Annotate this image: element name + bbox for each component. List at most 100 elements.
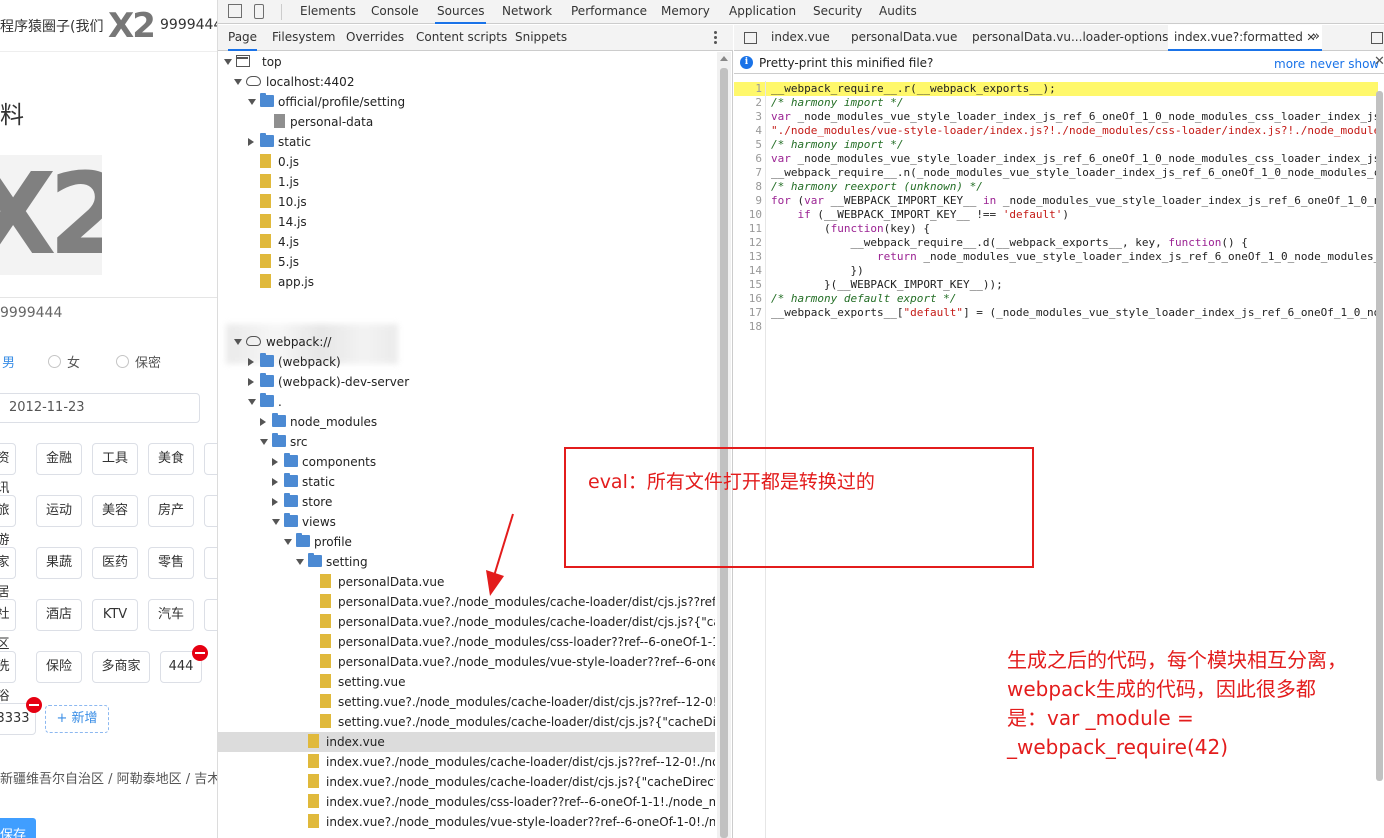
tree-item[interactable]: localhost:4402 [218,72,715,92]
tab-security[interactable]: Security [811,0,864,24]
tree-item[interactable]: setting.vue?./node_modules/cache-loader/… [218,692,715,712]
expand-right-icon[interactable] [248,358,254,366]
tag-item[interactable]: 资 [204,443,217,475]
expand-down-icon[interactable] [272,519,280,525]
tab-application[interactable]: Application [727,0,798,24]
expand-down-icon[interactable] [260,439,268,445]
tag-item[interactable]: 金融 [36,443,82,475]
tag-item[interactable]: 酒店 [36,599,82,631]
tag-item[interactable]: 医药 [92,547,138,579]
expand-down-icon[interactable] [234,79,242,85]
infobar-never-show-link[interactable]: never show [1310,57,1379,71]
tag-item[interactable]: KTV [92,599,138,631]
tag-item[interactable]: 衣 [204,547,217,579]
editor-tab[interactable]: index.vue?:formatted ✕ [1168,25,1322,51]
expand-down-icon[interactable] [224,59,232,65]
tree-item[interactable]: webpack:// [218,332,715,352]
tab-audits[interactable]: Audits [877,0,919,24]
tab-performance[interactable]: Performance [569,0,649,24]
tag-item[interactable]: 旅 [204,495,217,527]
user-id[interactable]: 9999444 [160,17,217,33]
expand-right-icon[interactable] [272,458,278,466]
save-button[interactable]: 保存 [0,818,36,838]
radio-secret[interactable]: 保密 [116,352,161,371]
inspect-element-icon[interactable] [228,4,242,18]
more-tabs-icon[interactable]: » [1312,29,1320,44]
tag-item[interactable]: 旅游 [0,495,16,548]
nav-tab-snippets[interactable]: Snippets [515,25,567,51]
tree-item[interactable]: . [218,392,715,412]
tree-item[interactable]: (webpack) [218,352,715,372]
phone-field[interactable]: 9999444 [0,305,62,321]
tree-item[interactable]: index.vue [218,732,715,752]
expand-down-icon[interactable] [248,399,256,405]
device-toolbar-icon[interactable] [254,4,264,19]
tree-item[interactable]: personalData.vue?./node_modules/css-load… [218,632,715,652]
expand-down-icon[interactable] [296,559,304,565]
tree-item[interactable]: 14.js [218,212,715,232]
tree-item[interactable]: 1.js [218,172,715,192]
tag-item[interactable]: 美容 [92,495,138,527]
infobar-more-link[interactable]: more [1274,57,1305,71]
tab-console[interactable]: Console [369,0,421,24]
tree-item[interactable]: personalData.vue?./node_modules/cache-lo… [218,592,715,612]
tree-item[interactable]: 4.js [218,232,715,252]
nav-tab-overrides[interactable]: Overrides [346,25,404,51]
tab-sources[interactable]: Sources [435,0,487,24]
tab-memory[interactable]: Memory [659,0,712,24]
avatar[interactable]: X2 [0,155,102,275]
tag-item[interactable]: 汽车 [148,599,194,631]
editor-tab[interactable]: personalData.vu...loader-options [972,25,1168,51]
scroll-up-icon[interactable] [720,56,728,61]
expand-down-icon[interactable] [248,99,256,105]
expand-right-icon[interactable] [248,378,254,386]
tree-item[interactable]: personalData.vue?./node_modules/cache-lo… [218,612,715,632]
tree-item[interactable]: 0.js [218,152,715,172]
expand-right-icon[interactable] [272,498,278,506]
navigator-scrollbar[interactable] [717,52,731,838]
expand-down-icon[interactable] [234,339,242,345]
tree-item[interactable]: (webpack)-dev-server [218,372,715,392]
tree-item[interactable]: personalData.vue?./node_modules/vue-styl… [218,652,715,672]
tree-item[interactable]: personalData.vue [218,572,715,592]
tag-item[interactable]: 美食 [148,443,194,475]
tree-item[interactable]: official/profile/setting [218,92,715,112]
toggle-navigator-icon[interactable] [744,32,757,44]
toggle-debugger-icon[interactable] [1371,32,1383,44]
tag-item[interactable]: 果蔬 [36,547,82,579]
tree-item[interactable]: node_modules [218,412,715,432]
address-field[interactable]: 新疆维吾尔自治区 / 阿勒泰地区 / 吉木 [0,768,217,787]
add-tag-button[interactable]: + 新增 [45,705,109,733]
tree-item[interactable]: setting.vue [218,672,715,692]
tab-elements[interactable]: Elements [298,0,358,24]
nav-tab-filesystem[interactable]: Filesystem [272,25,335,51]
nav-tab-page[interactable]: Page [228,25,258,51]
tag-item[interactable]: 洗浴 [0,651,16,704]
tree-item[interactable]: index.vue?./node_modules/cache-loader/di… [218,752,715,772]
expand-right-icon[interactable] [260,418,266,426]
radio-female[interactable]: 女 [48,352,80,371]
tag-item[interactable]: 房产 [148,495,194,527]
expand-right-icon[interactable] [272,478,278,486]
tree-item[interactable]: 5.js [218,252,715,272]
tag-item[interactable]: 零售 [148,547,194,579]
close-icon[interactable]: ✕ [1374,54,1384,69]
tree-item[interactable]: 10.js [218,192,715,212]
tag-item[interactable]: 保险 [36,651,82,683]
tag-item[interactable]: 工具 [92,443,138,475]
tree-item[interactable]: setting.vue?./node_modules/cache-loader/… [218,712,715,732]
remove-tag-icon[interactable] [192,645,208,661]
tree-item[interactable]: index.vue?./node_modules/cache-loader/di… [218,772,715,792]
tree-item[interactable]: index.vue?./node_modules/css-loader??ref… [218,792,715,812]
tree-item[interactable]: index.vue?./node_modules/vue-style-loade… [218,812,715,832]
expand-right-icon[interactable] [248,138,254,146]
birthday-input[interactable]: 2012-11-23 [0,393,200,423]
nav-tab-content-scripts[interactable]: Content scripts [416,25,507,51]
tree-item[interactable]: personal-data [218,112,715,132]
expand-down-icon[interactable] [284,539,292,545]
tab-network[interactable]: Network [500,0,554,24]
tag-item[interactable]: 运动 [36,495,82,527]
tree-item[interactable]: app.js [218,272,715,292]
tag-item[interactable]: 多商家 [92,651,150,683]
editor-tab[interactable]: index.vue [771,25,830,51]
